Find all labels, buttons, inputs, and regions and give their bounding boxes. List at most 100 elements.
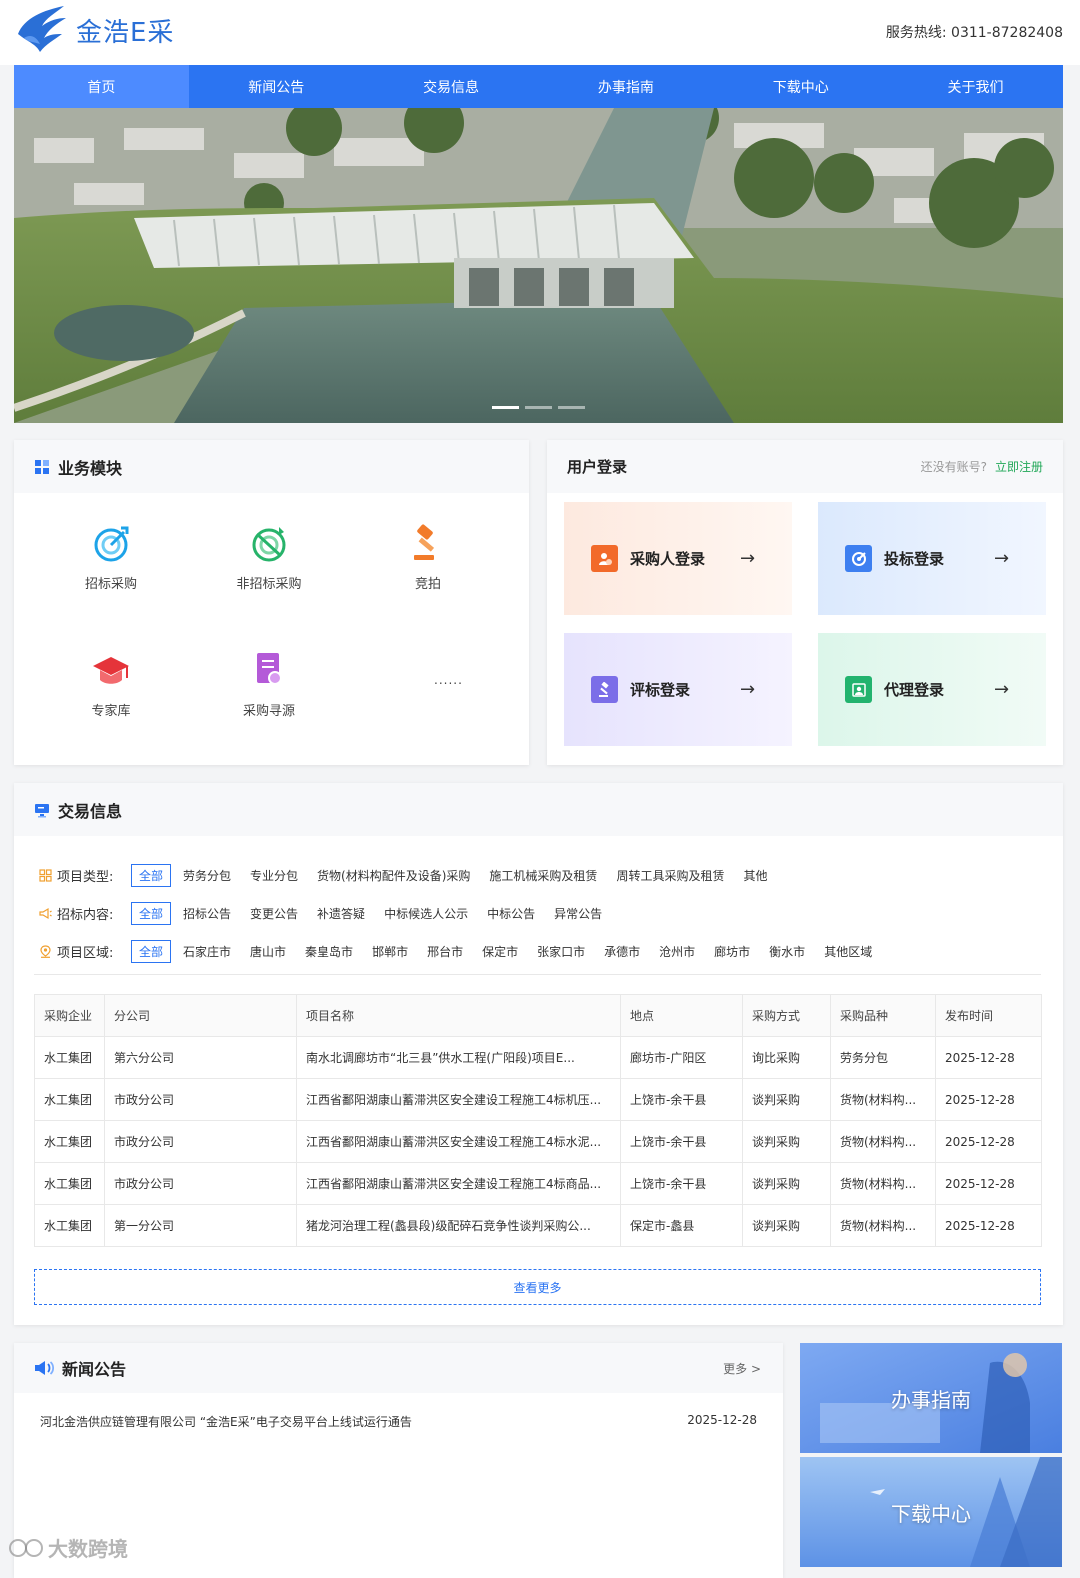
cell-method: 谈判采购 [742, 1162, 831, 1205]
logo[interactable]: 金浩E采 [14, 4, 174, 56]
module-auction[interactable]: 竞拍 [368, 523, 488, 592]
news-more-link[interactable]: 更多 > [723, 1360, 761, 1377]
location-pin-icon [40, 945, 51, 958]
filter-chip[interactable]: 其他 [743, 867, 767, 884]
filter-chip[interactable]: 招标公告 [183, 905, 231, 922]
nav-about[interactable]: 关于我们 [888, 65, 1063, 108]
filter-chip[interactable]: 秦皇岛市 [305, 943, 353, 960]
cell-project[interactable]: 南水北调廊坊市“北三县”供水工程(广阳段)项目E... [296, 1036, 621, 1079]
filter-chip[interactable]: 廊坊市 [714, 943, 750, 960]
filter-chip[interactable]: 专业分包 [250, 867, 298, 884]
tile-label: 投标登录 [884, 550, 945, 568]
cell-category: 货物(材料构... [830, 1078, 936, 1121]
nav-guide[interactable]: 办事指南 [538, 65, 713, 108]
filter-chip[interactable]: 施工机械采购及租赁 [489, 867, 597, 884]
filter-chip[interactable]: 张家口市 [537, 943, 585, 960]
news-item[interactable]: 河北金浩供应链管理有限公司 “金浩E采”电子交易平台上线试运行通告 2025-1… [40, 1413, 757, 1430]
filter-chip[interactable]: 其他区域 [824, 943, 872, 960]
filter-chip[interactable]: 中标公告 [487, 905, 535, 922]
filter-chip[interactable]: 变更公告 [250, 905, 298, 922]
filter-chip[interactable]: 保定市 [482, 943, 518, 960]
nav-news[interactable]: 新闻公告 [189, 65, 364, 108]
module-expert-library[interactable]: 专家库 [51, 650, 171, 719]
carousel-dot[interactable] [558, 406, 585, 409]
document-search-icon [257, 653, 282, 685]
trade-table: 采购企业 分公司 项目名称 地点 采购方式 采购品种 发布时间 水工集团 第六分… [34, 994, 1042, 1247]
purchaser-icon [591, 545, 618, 572]
news-item-date: 2025-12-28 [687, 1413, 757, 1427]
cell-company: 水工集团 [34, 1162, 105, 1205]
cell-category: 劳务分包 [830, 1036, 936, 1079]
tile-label: 代理登录 [884, 681, 945, 699]
column-header: 采购企业 [34, 994, 105, 1037]
column-header: 采购品种 [830, 994, 936, 1037]
cell-project[interactable]: 江西省鄱阳湖康山蓄滞洪区安全建设工程施工4标机压... [296, 1078, 621, 1121]
filter-chip[interactable]: 石家庄市 [183, 943, 231, 960]
filter-region: 项目区域: 全部 石家庄市 唐山市 秦皇岛市 邯郸市 邢台市 保定市 张家口市 … [39, 940, 891, 963]
user-login-header: 用户登录 还没有账号? 立即注册 [547, 440, 1063, 493]
filter-chip[interactable]: 唐山市 [250, 943, 286, 960]
carousel-dot[interactable] [492, 406, 519, 409]
evaluator-login-tile[interactable]: 评标登录 → [564, 633, 792, 746]
filter-bid-content: 招标内容: 全部 招标公告 变更公告 补遗答疑 中标候选人公示 中标公告 异常公… [39, 902, 621, 925]
module-label: 采购寻源 [242, 704, 295, 719]
cell-project[interactable]: 江西省鄱阳湖康山蓄滞洪区安全建设工程施工4标水泥... [296, 1120, 621, 1163]
filter-chip[interactable]: 衡水市 [769, 943, 805, 960]
agent-login-tile[interactable]: 代理登录 → [818, 633, 1046, 746]
module-label: 招标采购 [84, 577, 137, 592]
register-link[interactable]: 立即注册 [995, 460, 1043, 474]
filter-label: 项目类型: [39, 866, 131, 885]
download-banner[interactable]: 下载中心 [800, 1457, 1062, 1567]
watermark-text: 大数跨境 [48, 1537, 128, 1561]
bidder-login-tile[interactable]: 投标登录 → [818, 502, 1046, 615]
filter-chip-all[interactable]: 全部 [131, 864, 172, 887]
module-non-bidding[interactable]: 非招标采购 [209, 523, 329, 592]
nav-trade[interactable]: 交易信息 [364, 65, 539, 108]
business-modules-card: 业务模块 招标采购 非招标采购 竞拍 专家库 采购寻源 ...... [14, 440, 529, 765]
cell-project[interactable]: 猪龙河治理工程(蠡县段)级配碎石竞争性谈判采购公... [296, 1204, 621, 1247]
bidder-icon [845, 545, 872, 572]
module-label: 专家库 [91, 704, 131, 719]
filter-project-type: 项目类型: 全部 劳务分包 专业分包 货物(材料构配件及设备)采购 施工机械采购… [39, 864, 786, 887]
table-row[interactable]: 水工集团 市政分公司 江西省鄱阳湖康山蓄滞洪区安全建设工程施工4标商品... 上… [34, 1162, 1042, 1205]
news-title: 新闻公告 [34, 1356, 126, 1380]
column-header: 项目名称 [296, 994, 621, 1037]
filter-label-text: 项目区域: [57, 946, 114, 961]
service-hotline: 服务热线: 0311-87282408 [886, 22, 1063, 42]
filter-chip[interactable]: 补遗答疑 [317, 905, 365, 922]
module-bidding[interactable]: 招标采购 [51, 523, 171, 592]
cell-project[interactable]: 江西省鄱阳湖康山蓄滞洪区安全建设工程施工4标商品... [296, 1162, 621, 1205]
user-login-card: 用户登录 还没有账号? 立即注册 采购人登录 → 投标登录 → 评标登录 → 代… [547, 440, 1063, 765]
nav-home[interactable]: 首页 [14, 65, 189, 108]
filter-chip[interactable]: 劳务分包 [183, 867, 231, 884]
filter-chip[interactable]: 沧州市 [659, 943, 695, 960]
filter-chip[interactable]: 邢台市 [427, 943, 463, 960]
table-row[interactable]: 水工集团 市政分公司 江西省鄱阳湖康山蓄滞洪区安全建设工程施工4标机压... 上… [34, 1078, 1042, 1121]
table-row[interactable]: 水工集团 第六分公司 南水北调廊坊市“北三县”供水工程(广阳段)项目E... 廊… [34, 1036, 1042, 1079]
tile-label: 评标登录 [630, 681, 691, 699]
agent-icon [845, 676, 872, 703]
filter-chip[interactable]: 周转工具采购及租赁 [616, 867, 724, 884]
filter-chip[interactable]: 承德市 [604, 943, 640, 960]
table-row[interactable]: 水工集团 第一分公司 猪龙河治理工程(蠡县段)级配碎石竞争性谈判采购公... 保… [34, 1204, 1042, 1247]
filter-chip[interactable]: 中标候选人公示 [384, 905, 468, 922]
hero-banner[interactable] [14, 108, 1063, 423]
cell-method: 谈判采购 [742, 1204, 831, 1247]
filter-chip-all[interactable]: 全部 [131, 902, 172, 925]
nav-download[interactable]: 下载中心 [713, 65, 888, 108]
filter-chip[interactable]: 货物(材料构配件及设备)采购 [317, 867, 470, 884]
filter-label-text: 项目类型: [57, 870, 114, 885]
filter-chip[interactable]: 邯郸市 [372, 943, 408, 960]
guide-banner[interactable]: 办事指南 [800, 1343, 1062, 1453]
carousel-dot[interactable] [525, 406, 552, 409]
filter-chip[interactable]: 异常公告 [554, 905, 602, 922]
module-more[interactable]: ...... [434, 673, 463, 687]
cell-branch: 市政分公司 [104, 1120, 297, 1163]
guide-banner-label: 办事指南 [891, 1387, 971, 1412]
cell-category: 货物(材料构... [830, 1120, 936, 1163]
table-row[interactable]: 水工集团 市政分公司 江西省鄱阳湖康山蓄滞洪区安全建设工程施工4标水泥... 上… [34, 1120, 1042, 1163]
filter-chip-all[interactable]: 全部 [131, 940, 172, 963]
module-sourcing[interactable]: 采购寻源 [209, 650, 329, 719]
purchaser-login-tile[interactable]: 采购人登录 → [564, 502, 792, 615]
view-more-button[interactable]: 查看更多 [34, 1269, 1041, 1305]
